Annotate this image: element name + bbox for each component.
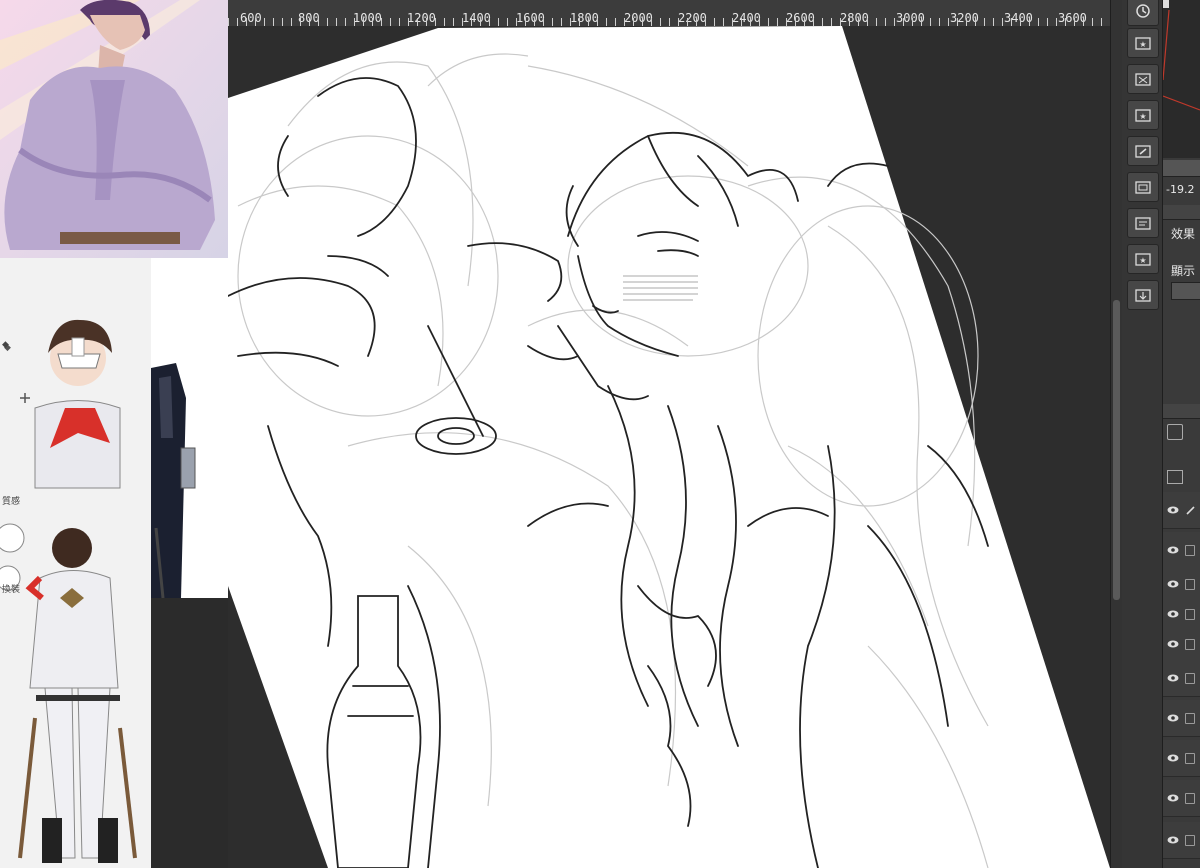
pattern-folder-button[interactable] [1127,64,1159,94]
effect-label: 效果 [1171,227,1196,241]
sketch-canvas[interactable] [228,26,1110,868]
display-label: 顯示 [1171,264,1196,278]
eye-icon[interactable] [1167,608,1179,620]
layer-row[interactable] [1163,532,1200,569]
eye-icon[interactable] [1167,578,1179,590]
brush-folder-button[interactable] [1127,136,1159,166]
sheet-label-3: 換裝 [2,585,21,595]
lock-icon[interactable] [1185,639,1195,650]
sheet-label-1: ◆ [2,340,9,350]
pen-icon [1186,506,1195,515]
lock-icon[interactable] [1185,835,1195,846]
svg-text:★: ★ [1139,112,1146,121]
eye-icon[interactable] [1167,834,1179,846]
layer-row[interactable] [1163,822,1200,859]
layer-row[interactable] [1163,740,1200,777]
layer-mask-icon[interactable] [1167,424,1183,440]
lock-icon[interactable] [1185,753,1195,764]
rotation-angle-value: -19.2 [1166,183,1195,196]
navigator-preview[interactable] [1163,0,1200,158]
layer-row[interactable] [1163,660,1200,697]
eye-icon[interactable] [1167,504,1179,516]
eye-icon[interactable] [1167,672,1179,684]
horizontal-ruler: 600 800 1000 1200 1400 1600 1800 2000 22… [228,0,1110,27]
display-dropdown[interactable] [1171,282,1200,300]
reference-image-portrait [0,0,228,258]
layer-property-button[interactable] [1127,208,1159,238]
star-folder-button[interactable]: ★ [1127,100,1159,130]
lock-icon[interactable] [1185,545,1195,556]
brush-folder-icon [1135,145,1151,158]
empty-panel-area [151,598,228,868]
navigator-button[interactable] [1127,0,1159,26]
star-folder-button[interactable]: ★ [1127,244,1159,274]
download-folder-button[interactable] [1127,280,1159,310]
layer-property-icon [1135,217,1151,230]
navigator-icon [1136,4,1150,18]
layer-row[interactable] [1163,700,1200,737]
star-folder-button[interactable]: ★ [1127,28,1159,58]
reference-image-figure-side [151,258,228,598]
ruler-ticks [228,18,1110,26]
lock-icon[interactable] [1185,579,1195,590]
layer-row[interactable] [1163,780,1200,817]
eye-icon[interactable] [1167,712,1179,724]
panel-tab-strip[interactable] [1163,205,1200,220]
image-folder-icon [1135,181,1151,194]
image-folder-button[interactable] [1127,172,1159,202]
drawing-canvas[interactable] [228,26,1110,868]
star-folder-icon: ★ [1135,253,1151,266]
layer-row[interactable] [1163,492,1200,529]
svg-text:★: ★ [1139,256,1146,265]
eye-icon[interactable] [1167,544,1179,556]
layer-row[interactable] [1163,626,1200,663]
lock-icon[interactable] [1185,713,1195,724]
lock-icon[interactable] [1185,673,1195,684]
lock-icon[interactable] [1185,609,1195,620]
scrollbar-thumb[interactable] [1113,300,1120,600]
portrait-painting [0,0,228,258]
star-folder-icon: ★ [1135,37,1151,50]
figure-side-view [151,258,228,598]
eye-icon[interactable] [1167,752,1179,764]
layer-panel-menu-icon[interactable] [1167,470,1183,484]
right-panel: -19.2 效果 顯示 [1163,0,1200,868]
eye-icon[interactable] [1167,792,1179,804]
svg-text:★: ★ [1139,40,1146,49]
sheet-label-2: 質感 [2,497,21,507]
angle-slider[interactable] [1163,160,1200,177]
reference-image-character-sheet: ◆ ◆ 質感 換裝 [0,258,151,868]
material-palette-toolbar: ★ ★ ★ [1122,0,1163,868]
pattern-folder-icon [1135,73,1151,86]
lock-icon[interactable] [1185,793,1195,804]
star-folder-icon: ★ [1135,109,1151,122]
download-folder-icon [1135,289,1151,302]
layer-panel-tab-strip[interactable] [1163,404,1200,419]
eye-icon[interactable] [1167,638,1179,650]
navigator-thumbnail [1163,0,1200,158]
character-design-sheet: ◆ [0,258,151,868]
